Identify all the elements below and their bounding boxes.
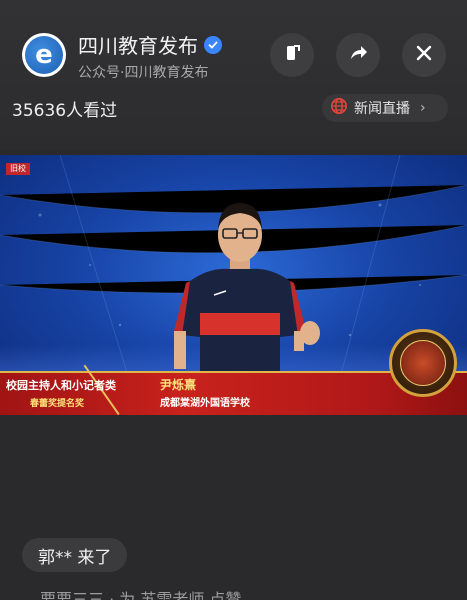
- student-name: 尹烁熹: [160, 378, 197, 392]
- share-arrow-icon: [347, 42, 369, 68]
- account-name-row[interactable]: 四川教育发布: [78, 30, 222, 59]
- chat-message-text: 郭** 来了: [38, 547, 112, 568]
- award-category: 校园主持人和小记者类: [6, 379, 116, 392]
- award-emblem-logo: [389, 329, 457, 397]
- view-count: 35636人看过: [12, 101, 118, 121]
- header: e 四川教育发布 公众号·四川教育发布 35636人看过 新闻直播 ›: [0, 0, 467, 150]
- globe-icon: [330, 97, 348, 119]
- account-name: 四川教育发布: [78, 34, 198, 58]
- award-title: 春蕾奖提名奖: [30, 399, 85, 409]
- chat-next-message-partial: 要要三三 · 为 苏雷老师 点赞: [40, 590, 242, 600]
- news-live-label: 新闻直播: [354, 101, 410, 117]
- channel-tag: 旧校: [6, 163, 30, 175]
- account-avatar[interactable]: e: [22, 33, 66, 77]
- account-subtitle: 公众号·四川教育发布: [78, 65, 209, 81]
- news-live-button[interactable]: 新闻直播 ›: [322, 94, 448, 122]
- presenter-figure: [174, 203, 320, 385]
- emblem-center: [400, 340, 446, 386]
- float-window-icon: [281, 42, 303, 68]
- float-window-button[interactable]: [270, 33, 314, 77]
- chevron-right-icon: ›: [420, 100, 426, 116]
- school-name: 成都棠湖外国语学校: [160, 398, 250, 409]
- close-button[interactable]: [402, 33, 446, 77]
- chat-join-message: 郭** 来了: [22, 538, 128, 572]
- video-player[interactable]: 旧校 校园主持人和小记者类 春蕾奖提名奖 尹烁熹 成都棠湖外国语学校: [0, 155, 467, 415]
- share-button[interactable]: [336, 33, 380, 77]
- close-icon: [415, 44, 433, 66]
- avatar-logo: e: [25, 36, 63, 74]
- verified-icon: [204, 35, 222, 54]
